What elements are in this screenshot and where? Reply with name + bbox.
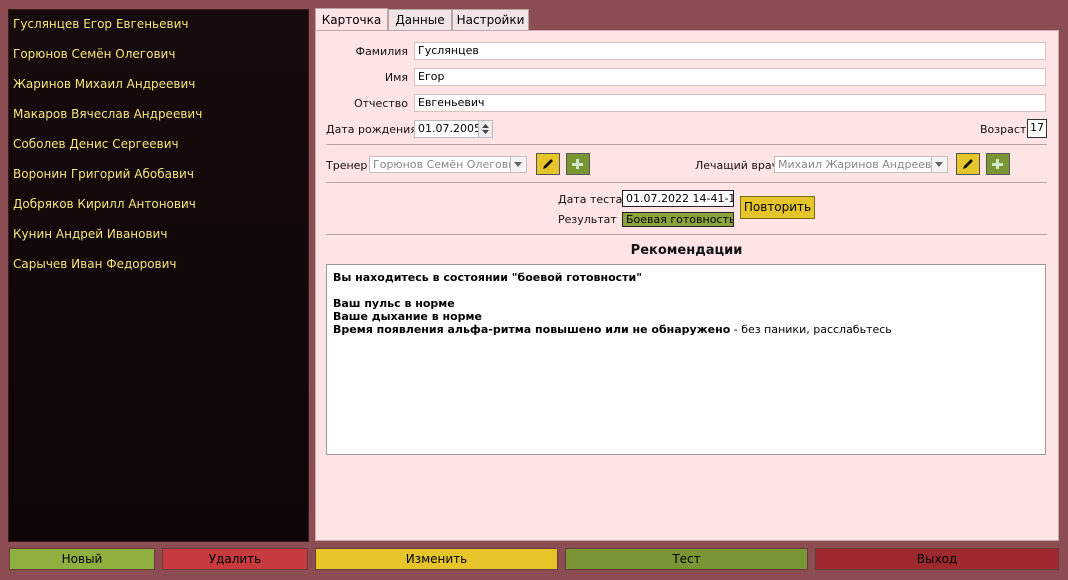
edit-doctor-button[interactable] xyxy=(956,153,980,175)
surname-field[interactable]: Гуслянцев xyxy=(414,42,1046,60)
age-label: Возраст xyxy=(980,123,1027,136)
trainer-value: Горюнов Семён Олегович xyxy=(373,158,522,171)
trainer-label: Тренер xyxy=(326,159,368,172)
divider xyxy=(326,182,1047,183)
recommendations-text[interactable]: Вы находитесь в состоянии "боевой готовн… xyxy=(326,264,1046,455)
result-label: Результат xyxy=(558,213,617,226)
chevron-down-icon xyxy=(510,157,526,172)
card-panel: Фамилия Гуслянцев Имя Егор Отчество Евге… xyxy=(315,30,1059,541)
plus-icon xyxy=(992,159,1003,169)
list-item[interactable]: Воронин Григорий Абобавич xyxy=(13,167,194,181)
recommendations-title: Рекомендации xyxy=(630,243,743,258)
birth-date-spinbox[interactable]: 01.07.2005 xyxy=(414,120,493,138)
divider xyxy=(326,144,1047,145)
birth-date-value: 01.07.2005 xyxy=(418,122,481,135)
trainer-select[interactable]: Горюнов Семён Олегович xyxy=(369,156,527,173)
recommendation-emphasis: Время появления альфа-ритма повышено или… xyxy=(333,323,731,336)
recommendation-line: Ваш пульс в норме xyxy=(333,297,455,310)
tab-settings[interactable]: Настройки xyxy=(452,9,529,30)
list-item[interactable]: Сарычев Иван Федорович xyxy=(13,257,177,271)
tab-data[interactable]: Данные xyxy=(388,9,452,30)
list-item[interactable]: Добряков Кирилл Антонович xyxy=(13,197,196,211)
add-trainer-button[interactable] xyxy=(566,153,590,175)
list-item[interactable]: Жаринов Михаил Андреевич xyxy=(13,77,195,91)
patient-list[interactable]: Гуслянцев Егор Евгеньевич Горюнов Семён … xyxy=(8,9,309,542)
patronymic-label: Отчество xyxy=(353,97,408,110)
doctor-select[interactable]: Михаил Жаринов Андреевич xyxy=(774,156,948,173)
birth-date-label: Дата рождения xyxy=(326,123,417,136)
name-field[interactable]: Егор xyxy=(414,68,1046,86)
doctor-value: Михаил Жаринов Андреевич xyxy=(778,158,946,171)
pencil-icon xyxy=(963,159,973,169)
list-item[interactable]: Соболев Денис Сергеевич xyxy=(13,137,179,151)
plus-icon xyxy=(572,159,583,169)
doctor-label: Лечащий врач xyxy=(695,159,779,172)
list-item[interactable]: Кунин Андрей Иванович xyxy=(13,227,167,241)
delete-button[interactable]: Удалить xyxy=(162,548,308,570)
exit-button[interactable]: Выход xyxy=(815,548,1059,570)
edit-trainer-button[interactable] xyxy=(536,153,560,175)
test-date-field[interactable]: 01.07.2022 14-41-11 xyxy=(622,190,734,207)
repeat-test-button[interactable]: Повторить xyxy=(740,196,815,219)
name-label: Имя xyxy=(384,71,408,84)
divider xyxy=(326,234,1047,235)
pencil-icon xyxy=(543,159,553,169)
age-field[interactable]: 17 xyxy=(1027,119,1047,138)
recommendation-line: Время появления альфа-ритма повышено или… xyxy=(333,323,1039,336)
spin-arrows-icon[interactable] xyxy=(478,121,492,137)
tab-card[interactable]: Карточка xyxy=(315,8,388,30)
recommendation-line: Вы находитесь в состоянии "боевой готовн… xyxy=(333,271,642,284)
result-badge: Боевая готовность xyxy=(622,212,734,227)
list-item[interactable]: Горюнов Семён Олегович xyxy=(13,47,175,61)
list-item[interactable]: Макаров Вячеслав Андреевич xyxy=(13,107,202,121)
add-doctor-button[interactable] xyxy=(986,153,1010,175)
list-item[interactable]: Гуслянцев Егор Евгеньевич xyxy=(13,17,188,31)
test-button[interactable]: Тест xyxy=(565,548,808,570)
new-button[interactable]: Новый xyxy=(9,548,155,570)
chevron-down-icon xyxy=(931,157,947,172)
recommendation-line: Ваше дыхание в норме xyxy=(333,310,482,323)
edit-button[interactable]: Изменить xyxy=(315,548,558,570)
surname-label: Фамилия xyxy=(355,45,408,58)
recommendation-note: - без паники, расслабьтесь xyxy=(730,323,892,336)
test-date-label: Дата теста xyxy=(558,193,623,206)
patronymic-field[interactable]: Евгеньевич xyxy=(414,94,1046,112)
